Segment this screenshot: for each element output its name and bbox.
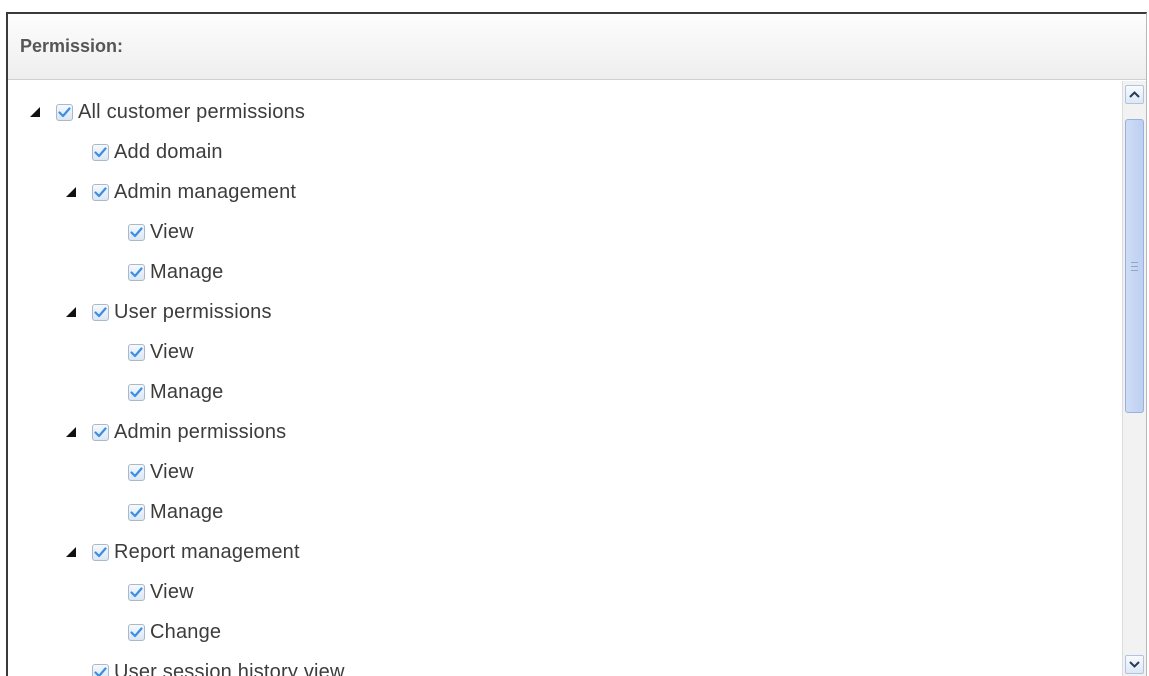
tree-node[interactable]: Admin permissions [66, 412, 286, 452]
tree-node-label[interactable]: View [150, 461, 194, 484]
checkbox[interactable] [92, 543, 109, 561]
checkbox[interactable] [56, 103, 73, 121]
checkmark-icon [130, 226, 143, 237]
tree-node-label[interactable]: Manage [150, 501, 223, 524]
checkbox[interactable] [128, 583, 145, 601]
tree-node-label[interactable]: User permissions [114, 301, 272, 324]
expand-triangle-icon[interactable] [66, 547, 76, 557]
tree-node[interactable]: View [102, 332, 194, 372]
vertical-scrollbar[interactable] [1122, 81, 1146, 676]
scroll-down-button[interactable] [1125, 655, 1144, 674]
tree-node-label[interactable]: User session history view [114, 661, 345, 676]
tree-node-label[interactable]: Admin permissions [114, 421, 286, 444]
expand-triangle-icon[interactable] [66, 187, 76, 197]
tree-node[interactable]: View [102, 452, 194, 492]
checkmark-icon [58, 106, 71, 117]
tree-node[interactable]: View [102, 212, 194, 252]
chevron-down-icon [1129, 661, 1140, 668]
permission-panel: Permission: All customer permissions Add … [6, 12, 1147, 676]
tree-node-label[interactable]: Admin management [114, 181, 296, 204]
tree-node-label[interactable]: View [150, 581, 194, 604]
tree-node-label[interactable]: Manage [150, 261, 223, 284]
tree-node[interactable]: All customer permissions [30, 92, 305, 132]
checkbox[interactable] [92, 663, 109, 676]
checkmark-icon [130, 266, 143, 277]
checkbox[interactable] [128, 503, 145, 521]
checkmark-icon [130, 386, 143, 397]
scroll-thumb[interactable] [1125, 119, 1144, 413]
checkbox[interactable] [128, 623, 145, 641]
tree-node-label[interactable]: Change [150, 621, 221, 644]
checkbox[interactable] [92, 143, 109, 161]
checkmark-icon [94, 186, 107, 197]
tree-node[interactable]: User permissions [66, 292, 272, 332]
chevron-up-icon [1129, 91, 1140, 98]
checkbox[interactable] [92, 423, 109, 441]
checkmark-icon [94, 426, 107, 437]
tree-node-label[interactable]: View [150, 341, 194, 364]
tree-node[interactable]: View [102, 572, 194, 612]
checkbox[interactable] [128, 343, 145, 361]
checkmark-icon [130, 346, 143, 357]
checkmark-icon [130, 586, 143, 597]
permission-tree: All customer permissions Add domain Admin … [8, 81, 1122, 676]
expand-triangle-icon[interactable] [30, 107, 40, 117]
checkmark-icon [94, 306, 107, 317]
checkbox[interactable] [128, 463, 145, 481]
tree-node[interactable]: Change [102, 612, 221, 652]
tree-node-label[interactable]: Add domain [114, 141, 223, 164]
checkbox[interactable] [128, 263, 145, 281]
checkmark-icon [94, 666, 107, 676]
checkmark-icon [130, 626, 143, 637]
panel-title: Permission: [20, 36, 124, 56]
checkbox[interactable] [92, 303, 109, 321]
tree-node-label[interactable]: Report management [114, 541, 300, 564]
expand-triangle-icon[interactable] [66, 427, 76, 437]
tree-node[interactable]: Add domain [66, 132, 223, 172]
checkmark-icon [130, 466, 143, 477]
tree-node-label[interactable]: All customer permissions [78, 101, 305, 124]
expand-triangle-icon[interactable] [66, 307, 76, 317]
tree-node[interactable]: Manage [102, 252, 223, 292]
checkbox[interactable] [128, 383, 145, 401]
tree-node[interactable]: Admin management [66, 172, 296, 212]
grip-icon [1131, 261, 1138, 271]
tree-node[interactable]: Report management [66, 532, 300, 572]
panel-header: Permission: [8, 14, 1146, 80]
checkmark-icon [94, 546, 107, 557]
checkmark-icon [130, 506, 143, 517]
tree-node[interactable]: Manage [102, 372, 223, 412]
scroll-up-button[interactable] [1125, 85, 1144, 104]
checkbox[interactable] [128, 223, 145, 241]
checkbox[interactable] [92, 183, 109, 201]
tree-node-label[interactable]: View [150, 221, 194, 244]
tree-node[interactable]: Manage [102, 492, 223, 532]
checkmark-icon [94, 146, 107, 157]
tree-node[interactable]: User session history view [66, 652, 345, 676]
tree-node-label[interactable]: Manage [150, 381, 223, 404]
